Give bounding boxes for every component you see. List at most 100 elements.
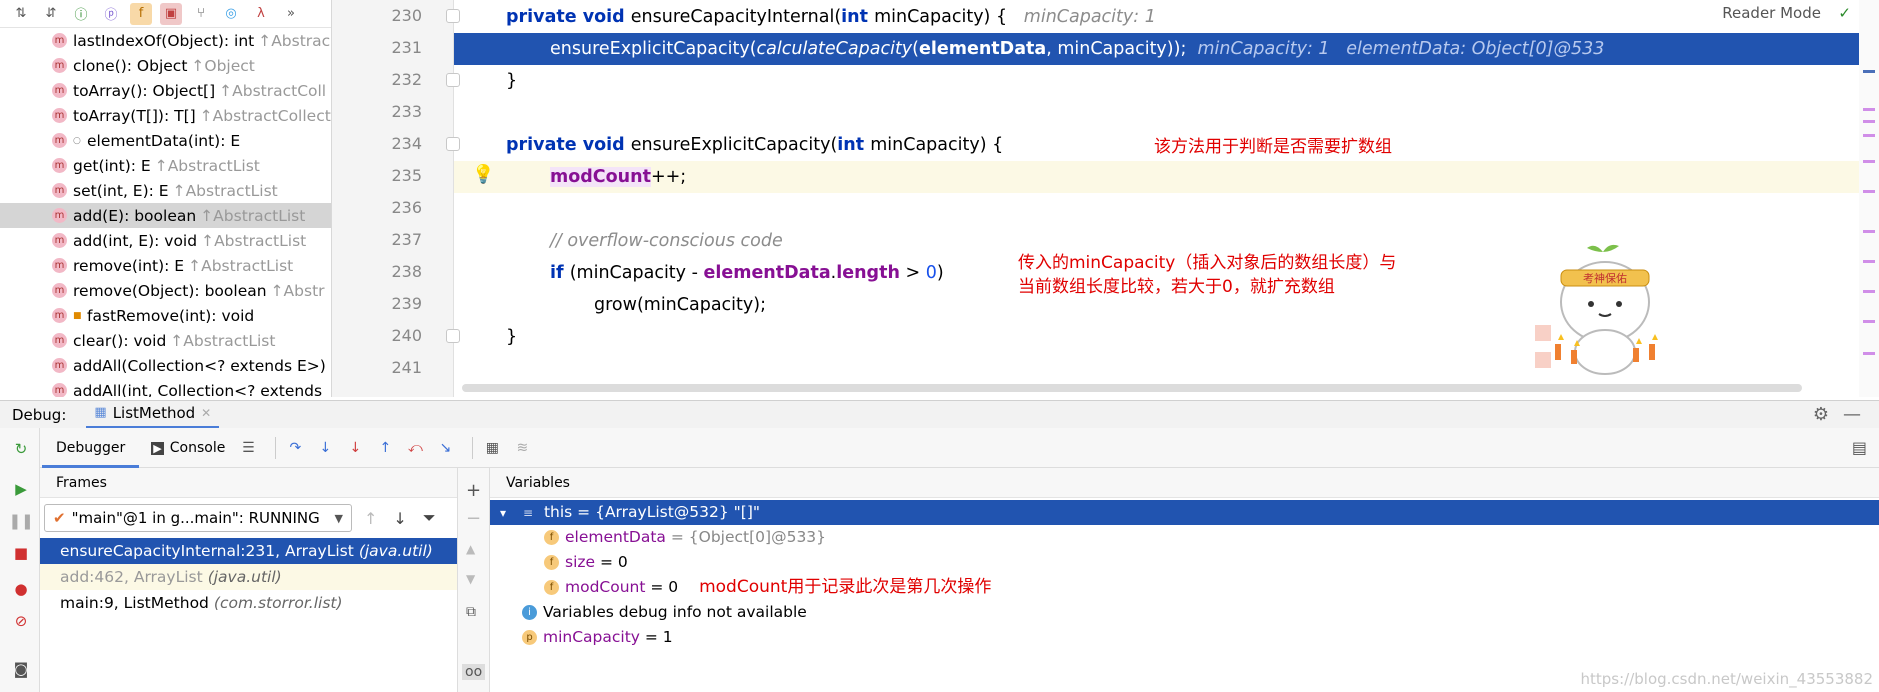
line-number: 239: [391, 294, 422, 313]
move-down-icon[interactable]: ▼: [466, 572, 475, 586]
add-watch-icon[interactable]: +: [466, 480, 481, 501]
camera-icon[interactable]: ◙: [10, 658, 32, 680]
tab-console[interactable]: ▶ Console: [139, 440, 237, 456]
gear-icon[interactable]: ⚙: [1813, 404, 1829, 425]
up-arrow-icon[interactable]: ↑: [364, 509, 377, 528]
structure-item[interactable]: m clear(): void ↑AbstractList: [0, 328, 331, 353]
annotation-2a: 传入的minCapacity（插入对象后的数组长度）与: [1018, 253, 1397, 273]
lambda-icon[interactable]: λ: [250, 3, 272, 25]
structure-list: m lastIndexOf(Object): int ↑Abstrac m clone(…: [0, 28, 331, 397]
structure-item-label: remove(Object): boolean: [73, 281, 267, 300]
structure-item[interactable]: m ○ elementData(int): E: [0, 128, 331, 153]
structure-item-owner: ↑AbstractList: [188, 256, 294, 275]
structure-item[interactable]: m remove(Object): boolean ↑Abstr: [0, 278, 331, 303]
structure-item-owner: ↑AbstractList: [201, 231, 307, 250]
stop-icon[interactable]: ■: [10, 542, 32, 564]
var-this[interactable]: ▾ ≡ this = {ArrayList@532} "[]": [490, 500, 1879, 525]
show-properties-icon[interactable]: ⓟ: [100, 3, 122, 25]
view-breakpoints-icon[interactable]: ●: [10, 578, 32, 600]
evaluate-expression-icon[interactable]: ▦: [481, 437, 503, 459]
rerun-icon[interactable]: ↻: [10, 438, 32, 460]
more-icon[interactable]: »: [280, 3, 302, 25]
code-line-230: private void ensureCapacityInternal(int …: [506, 7, 1156, 27]
method-icon: m: [52, 133, 67, 148]
object-icon: ≡: [522, 506, 534, 520]
copy-icon[interactable]: ⧉: [466, 604, 476, 620]
step-out-icon[interactable]: ↑: [374, 437, 396, 459]
structure-item[interactable]: m addAll(Collection<? extends E>): [0, 353, 331, 378]
package-visibility-icon: ○: [73, 135, 81, 146]
var-modCount[interactable]: f modCount = 0 modCount用于记录此次是第几次操作: [490, 575, 1879, 600]
sort-alpha-icon[interactable]: ⇅: [10, 3, 32, 25]
step-into-icon[interactable]: ↓: [314, 437, 336, 459]
run-to-cursor-icon[interactable]: ↘: [434, 437, 456, 459]
force-step-into-icon[interactable]: ↓: [344, 437, 366, 459]
structure-item-owner: ↑AbstractList: [200, 206, 306, 225]
structure-item-label: toArray(): Object[]: [73, 81, 216, 100]
horizontal-scrollbar[interactable]: [462, 384, 1802, 392]
structure-item[interactable]: m add(int, E): void ↑AbstractList: [0, 228, 331, 253]
lightbulb-icon[interactable]: 💡: [472, 164, 494, 185]
watermark: https://blog.csdn.net/weixin_43553882: [1580, 670, 1873, 688]
thread-select[interactable]: ✔ "main"@1 in g...main": RUNNING ▼: [44, 504, 352, 532]
structure-item[interactable]: m addAll(int, Collection<? extends: [0, 378, 331, 397]
structure-item-owner: ↑Object: [191, 56, 255, 75]
structure-item-label: add(int, E): void: [73, 231, 198, 250]
method-icon: m: [52, 158, 67, 173]
show-non-public-icon[interactable]: ▣: [160, 2, 182, 25]
frame-row[interactable]: main:9, ListMethod (com.storror.list): [40, 590, 457, 616]
tab-debugger[interactable]: Debugger: [42, 428, 140, 468]
show-inherited-icon[interactable]: ⓘ: [70, 3, 92, 25]
structure-item[interactable]: m clone(): Object ↑Object: [0, 53, 331, 78]
step-over-icon[interactable]: ↷: [284, 437, 306, 459]
inline-hint: elementData: Object[0]@533: [1346, 39, 1605, 59]
method-icon: m: [52, 83, 67, 98]
structure-item-owner: ↑AbstractList: [154, 156, 260, 175]
move-up-icon[interactable]: ▲: [466, 542, 475, 556]
show-fields-icon[interactable]: f: [130, 2, 152, 25]
method-icon: m: [52, 258, 67, 273]
method-icon: m: [52, 208, 67, 223]
structure-item[interactable]: m set(int, E): E ↑AbstractList: [0, 178, 331, 203]
minimize-icon[interactable]: —: [1843, 404, 1861, 425]
layout-menu-icon[interactable]: ☰: [237, 437, 259, 459]
structure-item-owner: ↑AbstractList: [170, 331, 276, 350]
structure-item[interactable]: m get(int): E ↑AbstractList: [0, 153, 331, 178]
glasses-icon[interactable]: oo: [462, 664, 486, 680]
sort-visibility-icon[interactable]: ⇵: [40, 3, 62, 25]
structure-item[interactable]: m toArray(): Object[] ↑AbstractColl: [0, 78, 331, 103]
trace-icon[interactable]: ≋: [511, 437, 533, 459]
mute-breakpoints-icon[interactable]: ⊘: [10, 610, 32, 632]
structure-item[interactable]: m ■ fastRemove(int): void: [0, 303, 331, 328]
structure-item-label: remove(int): E: [73, 256, 185, 275]
method-icon: m: [52, 58, 67, 73]
drop-frame-icon[interactable]: ⤺: [404, 437, 426, 459]
structure-item[interactable]: m add(E): boolean ↑AbstractList: [0, 203, 331, 228]
structure-item-label: toArray(T[]): T[]: [73, 106, 196, 125]
frame-row[interactable]: add:462, ArrayList (java.util): [40, 564, 457, 590]
structure-item[interactable]: m lastIndexOf(Object): int ↑Abstrac: [0, 28, 331, 53]
checkmark-icon: ✔: [53, 509, 66, 527]
structure-item-label: addAll(int, Collection<? extends: [73, 381, 323, 398]
frame-list: ensureCapacityInternal:231, ArrayList (ja…: [40, 538, 457, 616]
var-minCapacity[interactable]: p minCapacity = 1: [490, 625, 1879, 650]
filter-icon[interactable]: ⏷: [423, 508, 436, 528]
frame-row[interactable]: ensureCapacityInternal:231, ArrayList (ja…: [40, 538, 457, 564]
code-line-235: modCount++;: [454, 161, 1859, 193]
var-elementData[interactable]: f elementData = {Object[0]@533}: [490, 525, 1879, 550]
resume-icon[interactable]: ▶: [10, 478, 32, 500]
structure-item-owner: ↑Abstr: [270, 281, 325, 300]
pause-icon[interactable]: ❚❚: [8, 510, 33, 532]
error-stripe[interactable]: [1859, 0, 1879, 397]
layout-settings-icon[interactable]: ▤: [1852, 438, 1867, 457]
close-icon[interactable]: ✕: [201, 399, 211, 427]
tab-listmethod[interactable]: ▦ ListMethod ✕: [86, 399, 220, 429]
structure-item[interactable]: m remove(int): E ↑AbstractList: [0, 253, 331, 278]
show-lambdas-icon[interactable]: ◎: [220, 3, 242, 25]
show-anonymous-icon[interactable]: ⑂: [190, 3, 212, 25]
structure-item[interactable]: m toArray(T[]): T[] ↑AbstractCollect: [0, 103, 331, 128]
remove-watch-icon[interactable]: −: [466, 508, 481, 529]
reader-mode-toggle[interactable]: Reader Mode: [1722, 4, 1821, 22]
down-arrow-icon[interactable]: ↓: [393, 509, 406, 528]
var-size[interactable]: f size = 0: [490, 550, 1879, 575]
